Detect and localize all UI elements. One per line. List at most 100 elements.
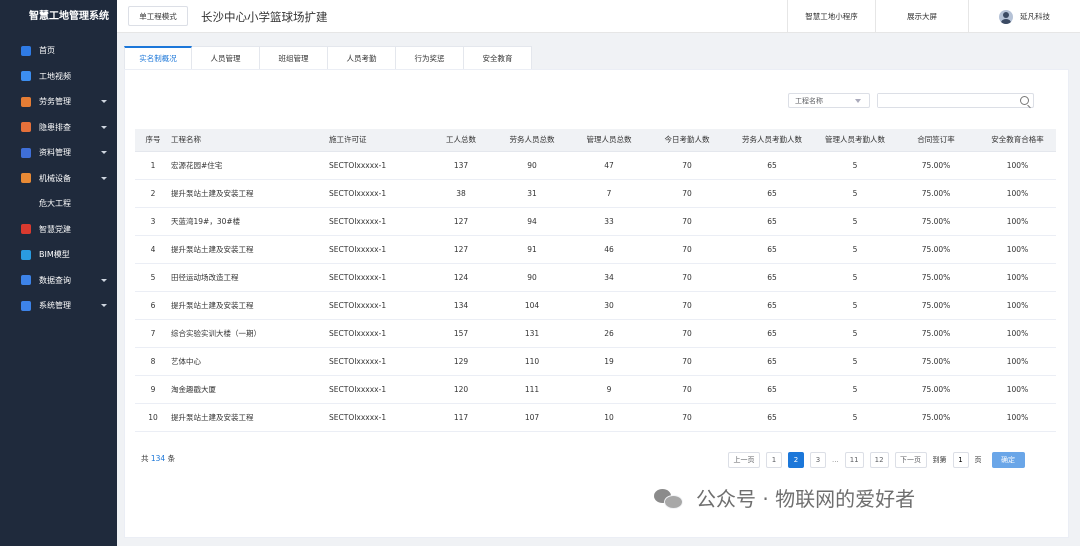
- table-cell: 100%: [979, 179, 1056, 208]
- page-button[interactable]: 3: [810, 451, 826, 468]
- table-cell: SECTOIxxxxx-1: [329, 235, 429, 264]
- table-cell: 10: [571, 403, 647, 432]
- avatar: [999, 9, 1013, 24]
- total-count: 共 134 条: [141, 453, 175, 464]
- sidebar-item-1[interactable]: 工地视频: [0, 64, 117, 90]
- table-cell: 5: [817, 151, 893, 180]
- table-cell: 75.00%: [893, 319, 979, 348]
- table-cell: 5: [817, 179, 893, 208]
- table-row[interactable]: 2 提升泵站土建及安装工程 SECTOIxxxxx-1 38 31 7 70 65 5 75.00…: [135, 179, 1056, 208]
- table-row[interactable]: 4 提升泵站土建及安装工程 SECTOIxxxxx-1 127 91 46 70 65 5 75.…: [135, 235, 1056, 264]
- table-cell: SECTOIxxxxx-1: [329, 179, 429, 208]
- sidebar-item-7[interactable]: 智慧党建: [0, 217, 117, 243]
- table-cell: 34: [571, 263, 647, 292]
- next-page-button[interactable]: 下一页: [894, 451, 927, 468]
- table-cell: 70: [647, 207, 727, 236]
- table-cell: 提升泵站土建及安装工程: [171, 403, 329, 432]
- table-cell: 5: [817, 403, 893, 432]
- tab-3[interactable]: 人员考勤: [328, 46, 396, 70]
- single-project-mode-button[interactable]: 单工程模式: [128, 6, 188, 26]
- table-cell: 94: [493, 207, 571, 236]
- table-cell: 提升泵站土建及安装工程: [171, 235, 329, 264]
- table-cell: 70: [647, 375, 727, 404]
- sidebar-item-10[interactable]: 系统管理: [0, 293, 117, 319]
- mini-program-link[interactable]: 智慧工地小程序: [787, 0, 875, 33]
- tab-1[interactable]: 人员管理: [192, 46, 260, 70]
- column-header: 施工许可证: [329, 129, 429, 152]
- table-cell: 137: [429, 151, 493, 180]
- sidebar-item-label: 工地视频: [39, 71, 71, 81]
- worker-icon: [21, 96, 31, 107]
- table-cell: 70: [647, 319, 727, 348]
- jump-label: 到第: [932, 455, 947, 464]
- table-cell: 129: [429, 347, 493, 376]
- prev-page-button[interactable]: 上一页: [728, 451, 760, 468]
- column-header: 序号: [135, 129, 171, 152]
- user-menu[interactable]: 延凡科技: [968, 0, 1080, 33]
- document-icon: [21, 147, 31, 158]
- page-button[interactable]: 11: [844, 451, 864, 468]
- column-header: 今日考勤人数: [647, 129, 727, 152]
- settings-icon: [21, 300, 31, 311]
- bim-icon: [21, 249, 31, 260]
- page-button[interactable]: 2: [788, 451, 804, 468]
- table-row[interactable]: 5 田径运动场改造工程 SECTOIxxxxx-1 124 90 34 70 65 5 75.00…: [135, 263, 1056, 292]
- sidebar-item-9[interactable]: 数据查询: [0, 268, 117, 294]
- table-cell: 75.00%: [893, 403, 979, 432]
- table-cell: 淘金趣戳大厦: [171, 375, 329, 404]
- table-row[interactable]: 9 淘金趣戳大厦 SECTOIxxxxx-1 120 111 9 70 65 5 75.00% 10…: [135, 375, 1056, 404]
- page-button[interactable]: 1: [766, 451, 782, 468]
- table-cell: 2: [135, 179, 171, 208]
- search-input[interactable]: [878, 94, 1008, 107]
- table-cell: 综合实验实训大楼（一期）: [171, 319, 329, 348]
- table-row[interactable]: 1 宏源花园#住宅 SECTOIxxxxx-1 137 90 47 70 65 5 75.00% 1…: [135, 151, 1056, 180]
- table-cell: 131: [493, 319, 571, 348]
- table-cell: 107: [493, 403, 571, 432]
- table-cell: 117: [429, 403, 493, 432]
- jump-page-input[interactable]: [952, 451, 969, 468]
- table-cell: 6: [135, 291, 171, 320]
- table-cell: SECTOIxxxxx-1: [329, 347, 429, 376]
- tab-0[interactable]: 实名制概况: [124, 46, 192, 70]
- table-cell: 124: [429, 263, 493, 292]
- table-cell: 5: [817, 347, 893, 376]
- table-cell: 70: [647, 291, 727, 320]
- table-cell: 5: [135, 263, 171, 292]
- table-cell: 7: [571, 179, 647, 208]
- tab-2[interactable]: 班组管理: [260, 46, 328, 70]
- table-row[interactable]: 7 综合实验实训大楼（一期） SECTOIxxxxx-1 157 131 26 70 65 5 7…: [135, 319, 1056, 348]
- dashboard-link[interactable]: 展示大屏: [875, 0, 968, 33]
- tab-5[interactable]: 安全教育: [464, 46, 532, 70]
- sidebar-item-label: 首页: [39, 46, 55, 56]
- column-header: 劳务人员考勤人数: [727, 129, 817, 152]
- table-cell: 1: [135, 151, 171, 180]
- table-cell: 100%: [979, 235, 1056, 264]
- sidebar-item-5[interactable]: 机械设备: [0, 166, 117, 192]
- table-cell: 111: [493, 375, 571, 404]
- table-cell: 104: [493, 291, 571, 320]
- table-row[interactable]: 8 艺体中心 SECTOIxxxxx-1 129 110 19 70 65 5 75.00% 100…: [135, 347, 1056, 376]
- sidebar-item-3[interactable]: 隐患排查: [0, 115, 117, 141]
- table-row[interactable]: 6 提升泵站土建及安装工程 SECTOIxxxxx-1 134 104 30 70 65 5 75…: [135, 291, 1056, 320]
- table-cell: 75.00%: [893, 179, 979, 208]
- table-row[interactable]: 3 天蓝湾19#，30#楼 SECTOIxxxxx-1 127 94 33 70 65 5 75.…: [135, 207, 1056, 236]
- confirm-button[interactable]: 确定: [991, 451, 1025, 468]
- sidebar-item-4[interactable]: 资料管理: [0, 140, 117, 166]
- chevron-down-icon: [101, 304, 107, 307]
- sidebar-item-0[interactable]: 首页: [0, 38, 117, 64]
- table-row[interactable]: 10 提升泵站土建及安装工程 SECTOIxxxxx-1 117 107 10 70 65 5 7…: [135, 403, 1056, 432]
- tab-4[interactable]: 行为奖惩: [396, 46, 464, 70]
- search-icon[interactable]: [1020, 96, 1029, 105]
- sidebar-item-6[interactable]: 危大工程: [0, 191, 117, 217]
- project-name-select[interactable]: 工程名称: [788, 93, 870, 108]
- table-cell: 70: [647, 347, 727, 376]
- page-button[interactable]: 12: [869, 451, 889, 468]
- table-cell: 75.00%: [893, 375, 979, 404]
- party-icon: [21, 224, 31, 235]
- table-cell: 70: [647, 235, 727, 264]
- table-cell: 91: [493, 235, 571, 264]
- sidebar-item-8[interactable]: BIM模型: [0, 242, 117, 268]
- table-cell: SECTOIxxxxx-1: [329, 263, 429, 292]
- sidebar-item-2[interactable]: 劳务管理: [0, 89, 117, 115]
- table-cell: 9: [135, 375, 171, 404]
